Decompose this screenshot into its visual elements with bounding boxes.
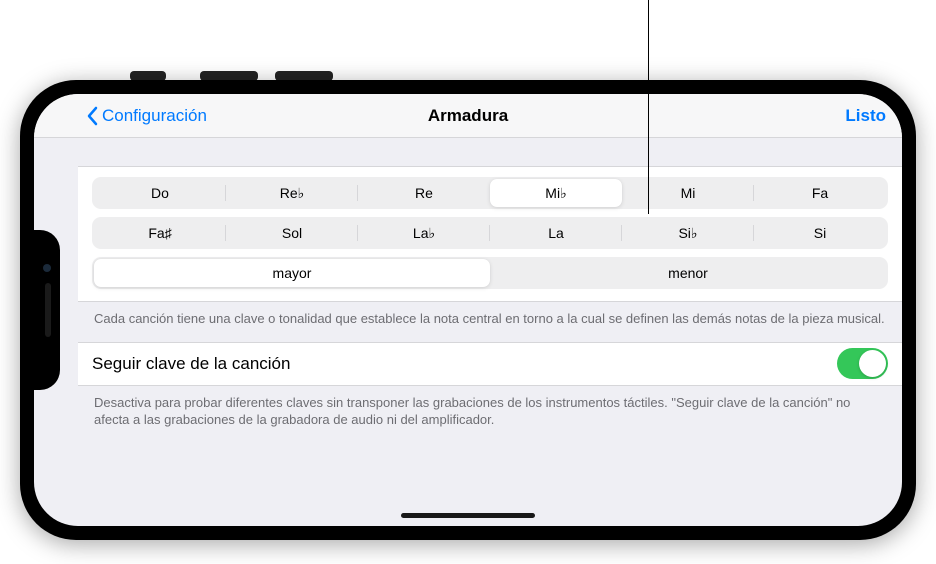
- back-button[interactable]: Configuración: [86, 106, 207, 126]
- scale-row: mayor menor: [92, 257, 888, 289]
- scale-button-label-1: menor: [668, 265, 708, 281]
- key-row-1: Do Re♭ Re Mi♭ Mi Fa: [92, 177, 888, 209]
- key-button-5[interactable]: Si: [754, 219, 886, 247]
- follow-key-row: Seguir clave de la canción: [78, 342, 902, 386]
- key-signature-section: Do Re♭ Re Mi♭ Mi Fa Fa♯ Sol La♭ La Si♭ Si mayor men…: [78, 166, 902, 302]
- key-button-label-0: Do: [151, 185, 169, 201]
- follow-key-label: Seguir clave de la canción: [92, 354, 290, 374]
- follow-key-toggle[interactable]: [837, 348, 888, 379]
- key-button-label-2: La♭: [413, 225, 435, 242]
- key-button-label-2: Re: [415, 185, 433, 201]
- notch: [34, 230, 60, 390]
- key-button-label-3: La: [548, 225, 564, 241]
- callout-line: [648, 0, 649, 214]
- speaker-grille: [45, 283, 51, 337]
- key-button-label-1: Re♭: [280, 185, 305, 202]
- key-button-2[interactable]: La♭: [358, 219, 490, 247]
- key-button-label-3: Mi♭: [545, 185, 566, 202]
- scale-button-0[interactable]: mayor: [94, 259, 490, 287]
- key-button-3[interactable]: Mi♭: [490, 179, 622, 207]
- key-button-label-4: Si♭: [678, 225, 697, 242]
- content: Do Re♭ Re Mi♭ Mi Fa Fa♯ Sol La♭ La Si♭ Si mayor men…: [34, 166, 902, 443]
- key-button-0[interactable]: Do: [94, 179, 226, 207]
- key-button-0[interactable]: Fa♯: [94, 219, 226, 247]
- back-label: Configuración: [102, 106, 207, 126]
- key-button-4[interactable]: Mi: [622, 179, 754, 207]
- key-button-label-5: Fa: [812, 185, 828, 201]
- key-button-label-1: Sol: [282, 225, 302, 241]
- key-button-label-0: Fa♯: [148, 225, 171, 241]
- done-button[interactable]: Listo: [845, 106, 886, 126]
- key-button-3[interactable]: La: [490, 219, 622, 247]
- key-button-label-5: Si: [814, 225, 826, 241]
- screen: Configuración Armadura Listo Do Re♭ Re Mi♭ M…: [34, 94, 902, 526]
- phone-frame: Configuración Armadura Listo Do Re♭ Re Mi♭ M…: [20, 80, 916, 540]
- scale-button-label-0: mayor: [273, 265, 312, 281]
- key-button-2[interactable]: Re: [358, 179, 490, 207]
- key-row-2: Fa♯ Sol La♭ La Si♭ Si: [92, 217, 888, 249]
- chevron-left-icon: [86, 106, 98, 126]
- front-camera: [43, 264, 51, 272]
- key-description: Cada canción tiene una clave o tonalidad…: [78, 302, 902, 342]
- home-indicator[interactable]: [401, 513, 535, 518]
- key-button-4[interactable]: Si♭: [622, 219, 754, 247]
- navigation-bar: Configuración Armadura Listo: [34, 94, 902, 138]
- key-button-1[interactable]: Re♭: [226, 179, 358, 207]
- toggle-knob: [859, 350, 886, 377]
- follow-key-description: Desactiva para probar diferentes claves …: [78, 386, 902, 443]
- key-button-5[interactable]: Fa: [754, 179, 886, 207]
- scale-button-1[interactable]: menor: [490, 259, 886, 287]
- key-button-label-4: Mi: [681, 185, 696, 201]
- key-button-1[interactable]: Sol: [226, 219, 358, 247]
